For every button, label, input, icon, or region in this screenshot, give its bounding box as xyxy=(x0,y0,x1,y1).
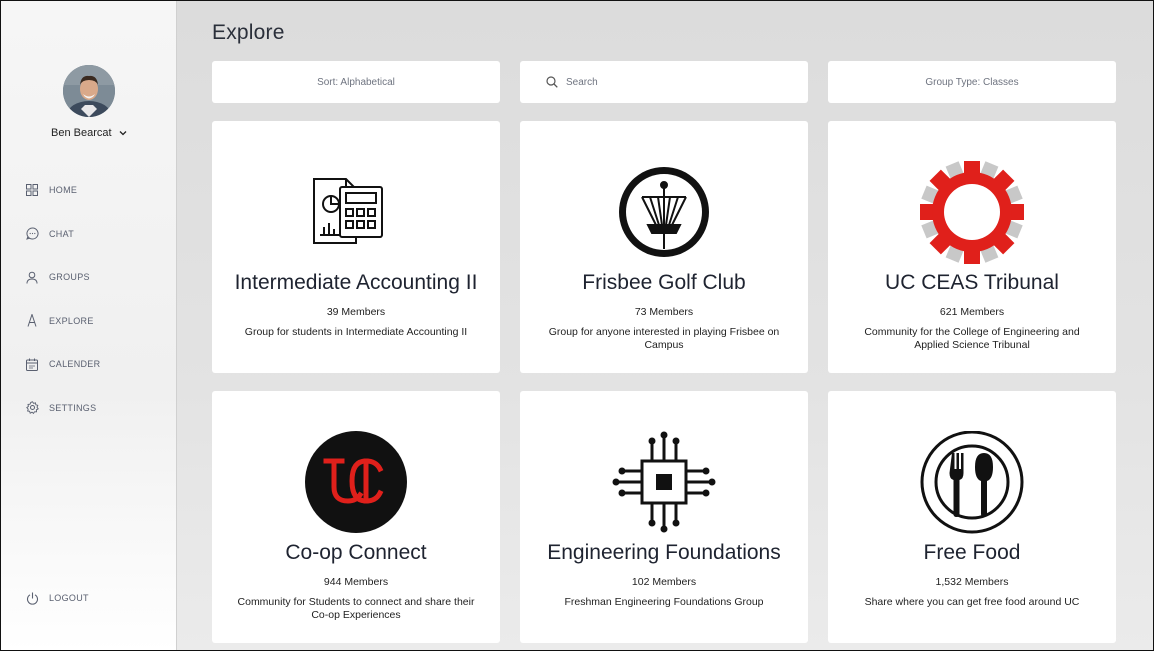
group-description: Community for the College of Engineering… xyxy=(864,326,1080,351)
group-card[interactable]: Engineering Foundations 102 Members Fres… xyxy=(520,391,808,643)
accounting-icon xyxy=(313,178,383,244)
logout-label: LOGOUT xyxy=(49,593,89,603)
gear-icon xyxy=(25,401,39,415)
sidebar-item-label: CHAT xyxy=(49,228,75,239)
group-members: 102 Members xyxy=(631,576,697,588)
sidebar-item-label: EXPLORE xyxy=(49,315,94,326)
sort-label: Sort: Alphabetical xyxy=(317,76,395,88)
page-title: Explore xyxy=(212,21,285,44)
user-menu[interactable]: Ben Bearcat xyxy=(51,127,128,139)
search-icon xyxy=(546,76,558,88)
user-name: Ben Bearcat xyxy=(51,127,112,139)
uc-logo-icon xyxy=(305,431,407,533)
group-name: Co-op Connect xyxy=(285,541,427,564)
sidebar-item-settings[interactable]: SETTINGS xyxy=(25,399,165,417)
sort-dropdown[interactable]: Sort: Alphabetical xyxy=(212,61,500,103)
group-description: Freshman Engineering Foundations Group xyxy=(564,596,764,608)
chevron-down-icon xyxy=(119,131,127,136)
sidebar-item-chat[interactable]: CHAT xyxy=(25,225,165,243)
group-name: Intermediate Accounting II xyxy=(234,271,478,294)
group-description: Group for anyone interested in playing F… xyxy=(548,326,780,351)
chat-icon xyxy=(25,227,39,241)
sidebar-item-home[interactable]: HOME xyxy=(25,181,165,199)
group-description: Community for Students to connect and sh… xyxy=(237,596,475,621)
avatar-photo xyxy=(63,65,115,117)
sidebar-nav: HOME CHAT GROUPS EXPLORE CALENDER SETTIN… xyxy=(25,181,165,442)
logout-button[interactable]: LOGOUT xyxy=(25,591,89,605)
circuit-chip-icon xyxy=(612,431,716,533)
explore-icon xyxy=(25,314,39,328)
group-card[interactable]: Intermediate Accounting II 39 Members Gr… xyxy=(212,121,500,373)
search-input[interactable]: Search xyxy=(520,61,808,103)
group-members: 944 Members xyxy=(323,576,389,588)
group-members: 73 Members xyxy=(634,306,694,318)
group-card[interactable]: Co-op Connect 944 Members Community for … xyxy=(212,391,500,643)
group-name: UC CEAS Tribunal xyxy=(885,271,1059,294)
power-icon xyxy=(25,591,39,605)
group-description: Group for students in Intermediate Accou… xyxy=(244,326,468,338)
sidebar-item-explore[interactable]: EXPLORE xyxy=(25,312,165,330)
group-members: 1,532 Members xyxy=(935,576,1009,588)
group-card[interactable]: Free Food 1,532 Members Share where you … xyxy=(828,391,1116,643)
group-description: Share where you can get free food around… xyxy=(864,596,1080,608)
person-icon xyxy=(25,270,39,284)
group-name: Free Food xyxy=(923,541,1021,564)
group-type-label: Group Type: Classes xyxy=(925,76,1019,88)
group-card[interactable]: Frisbee Golf Club 73 Members Group for a… xyxy=(520,121,808,373)
sidebar-item-label: GROUPS xyxy=(49,272,90,282)
group-members: 621 Members xyxy=(939,306,1005,318)
sidebar-item-label: CALENDER xyxy=(49,359,101,369)
group-members: 39 Members xyxy=(326,306,386,318)
fork-spoon-icon xyxy=(920,431,1024,534)
app-window: Ben Bearcat HOME CHAT GROUPS EXPLORE CAL… xyxy=(0,0,1154,651)
search-placeholder: Search xyxy=(566,76,598,88)
sidebar-item-groups[interactable]: GROUPS xyxy=(25,268,165,286)
disc-golf-basket-icon xyxy=(619,167,709,257)
gear-logo-icon xyxy=(920,161,1024,264)
group-name: Engineering Foundations xyxy=(547,541,781,564)
sidebar-item-label: SETTINGS xyxy=(49,402,97,413)
sidebar: Ben Bearcat HOME CHAT GROUPS EXPLORE CAL… xyxy=(1,1,177,650)
sidebar-item-calendar[interactable]: CALENDER xyxy=(25,355,165,373)
sidebar-item-label: HOME xyxy=(49,185,78,195)
avatar[interactable] xyxy=(63,65,115,117)
grid-icon xyxy=(25,183,39,197)
group-card[interactable]: UC CEAS Tribunal 621 Members Community f… xyxy=(828,121,1116,373)
group-type-dropdown[interactable]: Group Type: Classes xyxy=(828,61,1116,103)
group-name: Frisbee Golf Club xyxy=(582,271,746,294)
calendar-icon xyxy=(25,357,39,371)
